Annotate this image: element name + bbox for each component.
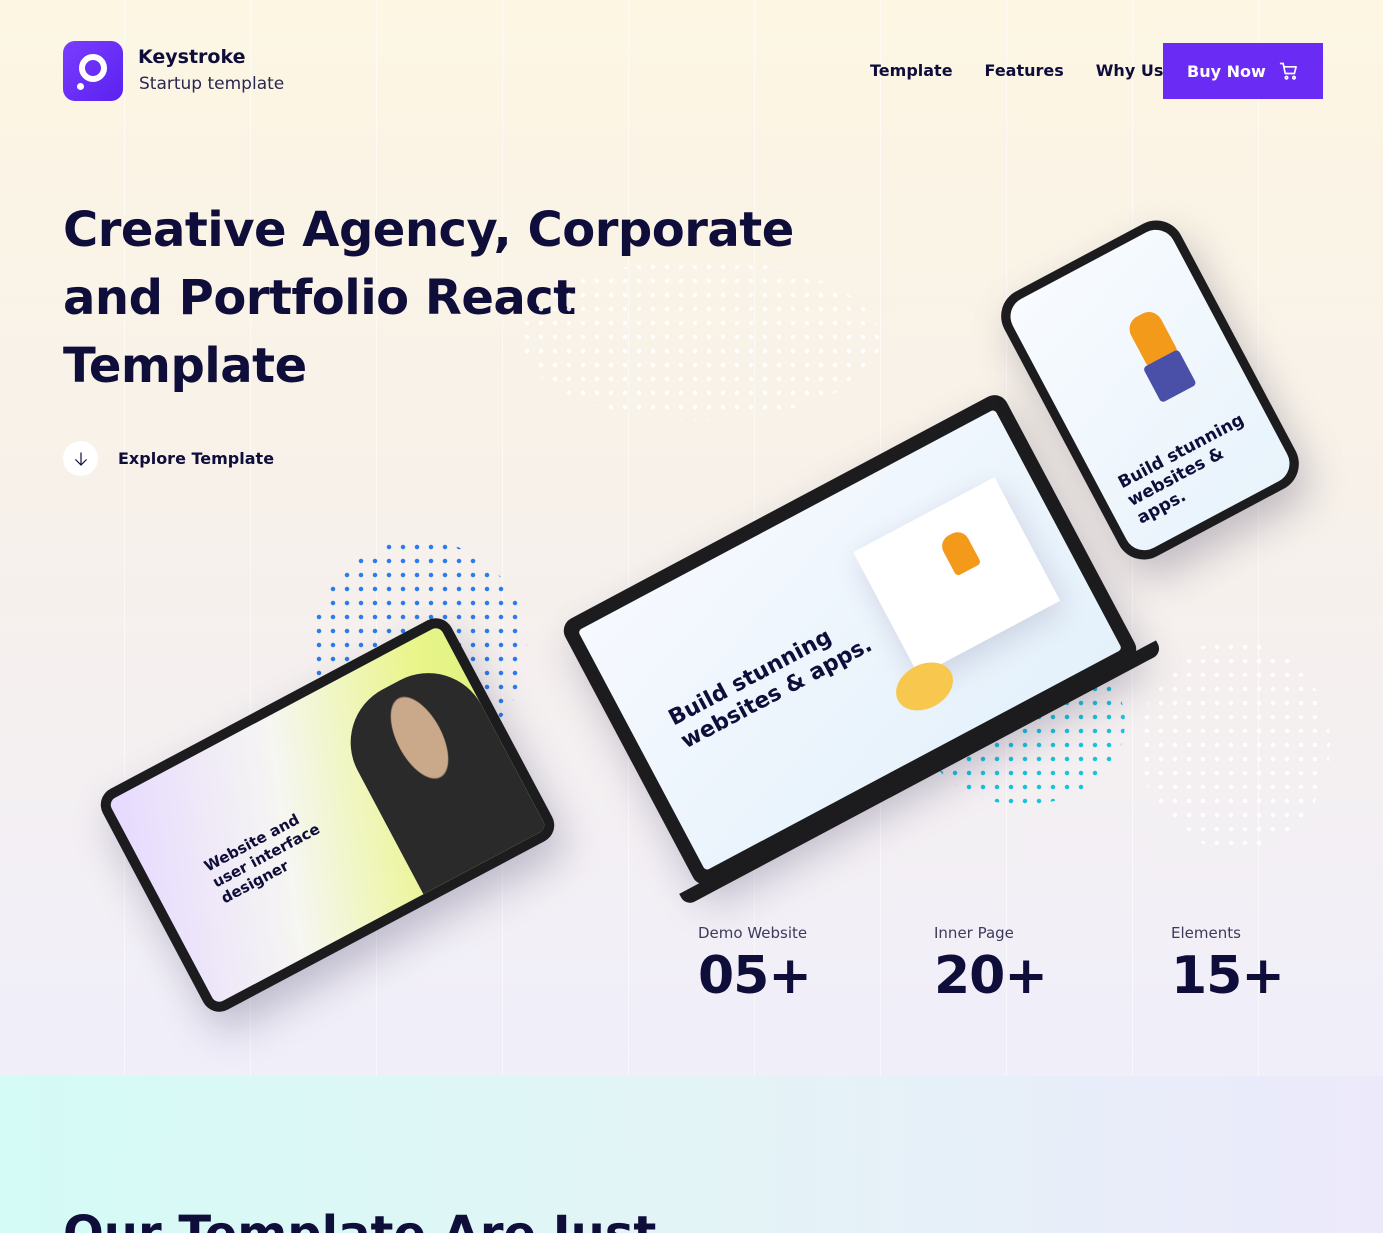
explore-template-label: Explore Template [118, 449, 275, 468]
buy-now-button[interactable]: Buy Now [1163, 43, 1323, 99]
stat-value: 20+ [934, 946, 1048, 1006]
buy-now-label: Buy Now [1187, 61, 1266, 81]
nav-item-features[interactable]: Features [985, 61, 1064, 80]
light-dots-decoration [520, 260, 880, 420]
nav-item-template[interactable]: Template [870, 61, 953, 80]
templates-section: Our Template Are Just [0, 1076, 1383, 1233]
laptop-headline: Build stunning websites & apps. [664, 624, 877, 755]
site-header: Keystroke Startup template Template Feat… [63, 41, 1323, 101]
tablet-headline: Website and user interface designer [201, 810, 323, 908]
stat-inner-page: Inner Page 20+ [934, 924, 1048, 1006]
phone-headline: Build stunning websites & apps. [1115, 409, 1248, 529]
brand-tagline: Startup template [139, 74, 285, 94]
stat-value: 15+ [1171, 946, 1285, 1006]
section-title: Our Template Are Just [63, 1206, 656, 1233]
stat-value: 05+ [698, 946, 812, 1006]
hero-title-line2: and Portfolio React Template [63, 270, 576, 394]
laptop-mockup: Build stunning websites & apps. [558, 390, 1163, 907]
logo-icon[interactable] [63, 41, 123, 101]
illustration-card [853, 477, 1061, 676]
arrow-down-icon [63, 441, 98, 476]
explore-template-link[interactable]: Explore Template [63, 441, 274, 476]
nav-item-why-us[interactable]: Why Us [1096, 61, 1164, 80]
main-nav: Template Features Why Us [870, 61, 1163, 80]
cart-icon [1279, 62, 1297, 80]
stat-elements: Elements 15+ [1171, 924, 1285, 1006]
light-dots-decoration-right [1140, 640, 1330, 850]
brand-name[interactable]: Keystroke [138, 46, 246, 68]
yellow-blob-decoration [887, 652, 962, 720]
stat-demo-website: Demo Website 05+ [698, 924, 812, 1006]
hero-title-line1: Creative Agency, Corporate [63, 202, 794, 258]
stat-label: Inner Page [934, 924, 1014, 942]
stat-label: Elements [1171, 924, 1241, 942]
stat-label: Demo Website [698, 924, 808, 942]
